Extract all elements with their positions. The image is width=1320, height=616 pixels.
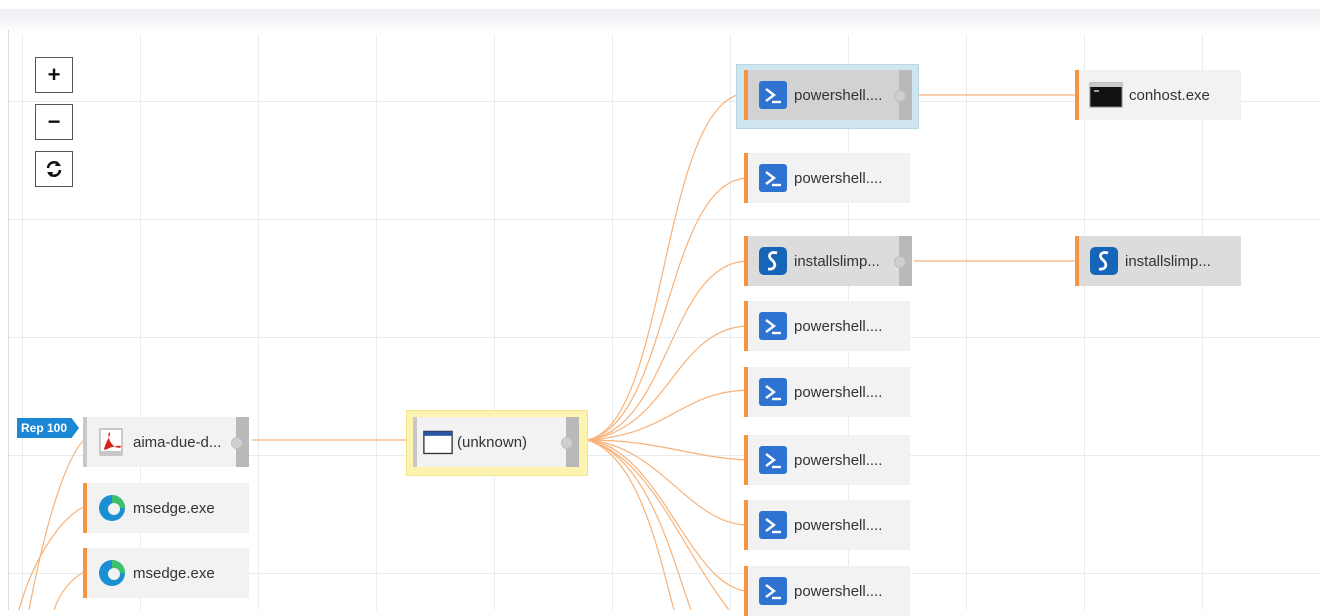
process-node-powershell-6[interactable]: powershell.... [744, 500, 910, 550]
edge-unknown-ps2 [586, 177, 747, 441]
process-node-powershell-4[interactable]: powershell.... [744, 367, 910, 417]
node-label: installslimp... [794, 252, 880, 270]
zoom-in-button[interactable]: + [35, 57, 73, 93]
slimp-icon [1089, 246, 1119, 276]
pdf-icon [97, 427, 127, 457]
powershell-icon [758, 163, 788, 193]
expand-handle[interactable] [231, 417, 249, 467]
console-icon [1089, 80, 1123, 110]
process-node-powershell-3[interactable]: powershell.... [744, 301, 910, 351]
edge-unknown-more2 [586, 439, 692, 610]
slimp-icon [758, 246, 788, 276]
expand-handle[interactable] [894, 236, 912, 286]
top-toolbar [0, 0, 1320, 9]
powershell-icon [758, 80, 788, 110]
edge-unknown-ps7 [586, 439, 747, 592]
edge-icon [97, 558, 127, 588]
node-label: powershell.... [794, 169, 883, 187]
node-label: powershell.... [794, 317, 883, 335]
process-node-msedge-1[interactable]: msedge.exe [83, 483, 249, 533]
process-node-installslimp-2[interactable]: installslimp... [1075, 236, 1241, 286]
node-label: powershell.... [794, 86, 883, 104]
zoom-out-button[interactable]: − [35, 104, 73, 140]
node-label: powershell.... [794, 516, 883, 534]
reset-view-button[interactable] [35, 151, 73, 187]
process-node-unknown[interactable]: (unknown) [413, 417, 579, 467]
node-label: powershell.... [794, 451, 883, 469]
process-node-conhost[interactable]: conhost.exe [1075, 70, 1241, 120]
process-node-powershell-5[interactable]: powershell.... [744, 435, 910, 485]
edge-unknown-install1 [586, 260, 747, 441]
node-label: installslimp... [1125, 252, 1211, 270]
edge-unknown-ps3 [586, 325, 747, 441]
powershell-icon [758, 311, 788, 341]
powershell-icon [758, 445, 788, 475]
powershell-icon [758, 510, 788, 540]
process-node-powershell-7[interactable]: powershell.... [744, 566, 910, 616]
edge-unknown-ps4 [586, 389, 747, 441]
process-node-powershell-1[interactable]: powershell.... [744, 70, 912, 120]
toolbar-shadow [0, 9, 1320, 35]
process-node-powershell-2[interactable]: powershell.... [744, 153, 910, 203]
edge-unknown-ps1 [586, 92, 747, 441]
edge-left-2 [18, 506, 85, 610]
rep-badge: Rep 100 [17, 418, 79, 438]
node-label: aima-due-d... [133, 433, 222, 451]
node-label: powershell.... [794, 383, 883, 401]
process-node-msedge-2[interactable]: msedge.exe [83, 548, 249, 598]
process-node-pdf[interactable]: aima-due-d... [83, 417, 249, 467]
edge-left-3 [53, 571, 85, 610]
process-node-installslimp-1[interactable]: installslimp... [744, 236, 912, 286]
refresh-icon [46, 161, 62, 177]
edge-icon [97, 493, 127, 523]
expand-handle[interactable] [561, 417, 579, 467]
powershell-icon [758, 377, 788, 407]
edge-left-1 [28, 439, 85, 610]
powershell-icon [758, 576, 788, 606]
node-label: msedge.exe [133, 499, 215, 517]
node-label: powershell.... [794, 582, 883, 600]
window-icon [423, 427, 453, 457]
edge-unknown-more3 [586, 439, 730, 610]
node-label: conhost.exe [1129, 86, 1210, 104]
node-label: msedge.exe [133, 564, 215, 582]
expand-handle[interactable] [894, 70, 912, 120]
node-label: (unknown) [457, 433, 528, 451]
